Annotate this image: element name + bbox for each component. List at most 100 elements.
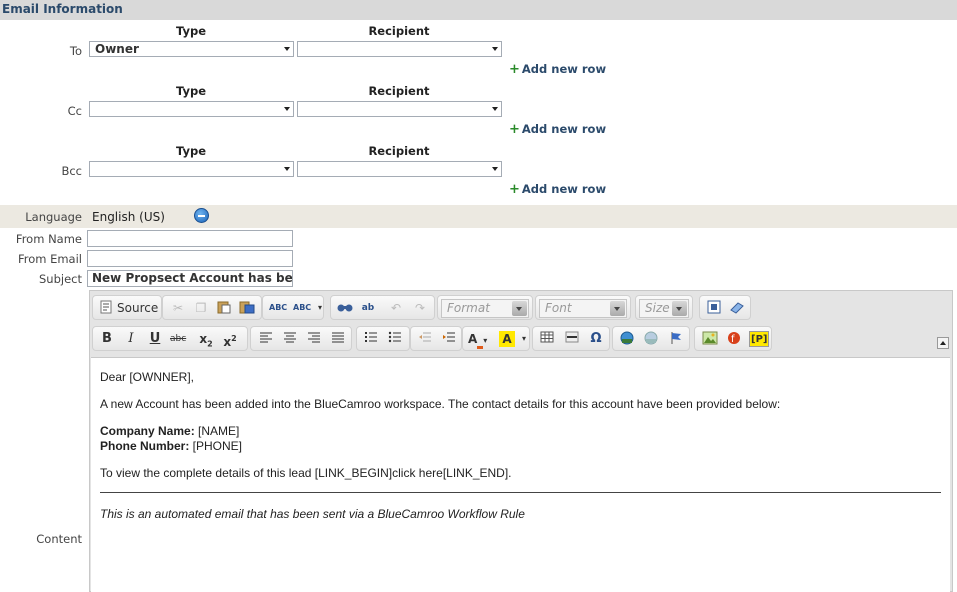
bulleted-list-icon[interactable] <box>387 331 403 347</box>
toolbar-group-size: Size <box>635 295 693 320</box>
subscript-icon[interactable]: x2 <box>198 331 214 348</box>
from-name-input[interactable] <box>87 230 293 247</box>
maximize-icon[interactable] <box>706 300 722 316</box>
align-justify-icon[interactable] <box>330 331 346 347</box>
size-combo[interactable]: Size <box>639 299 689 318</box>
divider <box>100 492 941 493</box>
cc-recipient-select[interactable] <box>297 101 502 117</box>
outdent-icon[interactable] <box>417 331 433 347</box>
find-icon[interactable] <box>337 300 353 316</box>
cc-type-select[interactable] <box>89 101 294 117</box>
undo-icon[interactable]: ↶ <box>388 300 404 316</box>
format-combo[interactable]: Format <box>441 299 529 318</box>
redo-icon[interactable]: ↷ <box>412 300 428 316</box>
from-name-label: From Name <box>15 232 82 246</box>
flash-icon[interactable]: f <box>726 331 742 347</box>
toolbar-group-media: f [P] <box>694 326 772 351</box>
editor-content[interactable]: Dear [OWNNER], A new Account has been ad… <box>91 357 950 592</box>
chevron-down-icon <box>512 301 527 316</box>
chevron-down-icon[interactable]: ▾ <box>312 300 328 316</box>
recipient-column-header: Recipient <box>368 24 430 38</box>
chevron-down-icon <box>284 167 290 171</box>
subject-input[interactable]: New Propsect Account has bee <box>87 270 293 287</box>
toolbar-group-source: Source <box>92 295 162 320</box>
chevron-down-icon <box>492 107 498 111</box>
superscript-icon[interactable]: x2 <box>222 331 238 349</box>
cc-add-new-row-link[interactable]: + Add new row <box>509 122 606 137</box>
phone-number-label: Phone Number: <box>100 439 190 453</box>
cut-icon[interactable]: ✂ <box>170 300 186 316</box>
align-left-icon[interactable] <box>258 331 274 347</box>
horizontal-rule-icon[interactable] <box>564 331 580 347</box>
collapse-toolbar-button[interactable] <box>937 337 949 349</box>
recipient-column-header: Recipient <box>368 144 430 158</box>
company-name-value: [NAME] <box>194 424 240 438</box>
numbered-list-icon[interactable] <box>363 331 379 347</box>
size-placeholder: Size <box>645 301 670 315</box>
underline-button[interactable]: U <box>147 331 163 347</box>
to-add-new-row-link[interactable]: + Add new row <box>509 62 606 77</box>
image-icon[interactable] <box>702 331 718 347</box>
eraser-icon[interactable] <box>729 300 745 316</box>
bcc-recipient-select[interactable] <box>297 161 502 177</box>
align-center-icon[interactable] <box>282 331 298 347</box>
bcc-label: Bcc <box>61 164 82 178</box>
paste-from-word-icon[interactable] <box>239 300 255 316</box>
add-new-row-label: Add new row <box>521 62 607 76</box>
background-color-icon[interactable]: A <box>499 331 515 347</box>
to-type-select[interactable]: Owner <box>89 41 294 57</box>
source-button[interactable]: Source <box>117 300 158 316</box>
email-greeting: Dear [OWNNER], <box>100 370 195 384</box>
content-label: Content <box>36 532 82 546</box>
anchor-flag-icon[interactable] <box>668 331 684 347</box>
placeholder-tag-button[interactable]: [P] <box>749 331 770 347</box>
strikethrough-button[interactable]: abc <box>170 331 186 347</box>
type-column-header: Type <box>175 24 206 38</box>
link-icon[interactable] <box>619 331 635 347</box>
bcc-add-new-row-link[interactable]: + Add new row <box>509 182 606 197</box>
chevron-down-icon <box>610 301 625 316</box>
toolbar-group-find: ab ↶ ↷ <box>330 295 435 320</box>
paste-icon[interactable] <box>216 300 232 316</box>
plus-icon: + <box>509 62 520 77</box>
copy-icon[interactable]: ❐ <box>193 300 209 316</box>
replace-icon[interactable]: ab <box>360 300 376 316</box>
to-recipient-select[interactable] <box>297 41 502 57</box>
toolbar-group-format: Format <box>437 295 533 320</box>
align-right-icon[interactable] <box>306 331 322 347</box>
language-value: English (US) <box>92 210 165 224</box>
special-char-icon[interactable]: Ω <box>588 331 604 347</box>
toolbar-group-basic-styles: B I U abc x2 x2 <box>92 326 248 351</box>
unlink-icon[interactable] <box>643 331 659 347</box>
company-name-label: Company Name: <box>100 424 195 438</box>
to-type-value: Owner <box>95 42 139 56</box>
to-label: To <box>69 44 82 58</box>
svg-text:f: f <box>731 334 735 345</box>
email-intro: A new Account has been added into the Bl… <box>100 397 781 411</box>
toolbar-group-spell: ABC ABC ▾ <box>262 295 324 320</box>
italic-button[interactable]: I <box>123 331 139 347</box>
remove-language-icon[interactable] <box>194 208 209 223</box>
chevron-down-icon <box>284 107 290 111</box>
chevron-down-icon <box>672 301 687 316</box>
subject-label: Subject <box>39 272 82 286</box>
from-email-input[interactable] <box>87 250 293 267</box>
from-email-label: From Email <box>17 252 82 266</box>
font-combo[interactable]: Font <box>539 299 627 318</box>
phone-line: Phone Number: [PHONE] <box>100 439 242 453</box>
bcc-type-select[interactable] <box>89 161 294 177</box>
language-label: Language <box>25 210 82 224</box>
text-color-icon[interactable]: A ▾ <box>468 331 487 349</box>
spellcheck-icon[interactable]: ABC <box>269 300 287 316</box>
plus-icon: + <box>509 182 520 197</box>
toolbar-group-tools <box>699 295 751 320</box>
indent-icon[interactable] <box>441 331 457 347</box>
bold-button[interactable]: B <box>99 331 115 347</box>
toolbar-group-colors: A ▾ A ▾ <box>462 326 530 351</box>
spellcheck-as-you-type-icon[interactable]: ABC <box>293 300 311 316</box>
type-column-header: Type <box>175 84 206 98</box>
source-icon <box>98 300 114 316</box>
table-icon[interactable] <box>539 331 555 347</box>
email-footer: This is an automated email that has been… <box>100 507 525 521</box>
chevron-down-icon[interactable]: ▾ <box>516 331 532 347</box>
